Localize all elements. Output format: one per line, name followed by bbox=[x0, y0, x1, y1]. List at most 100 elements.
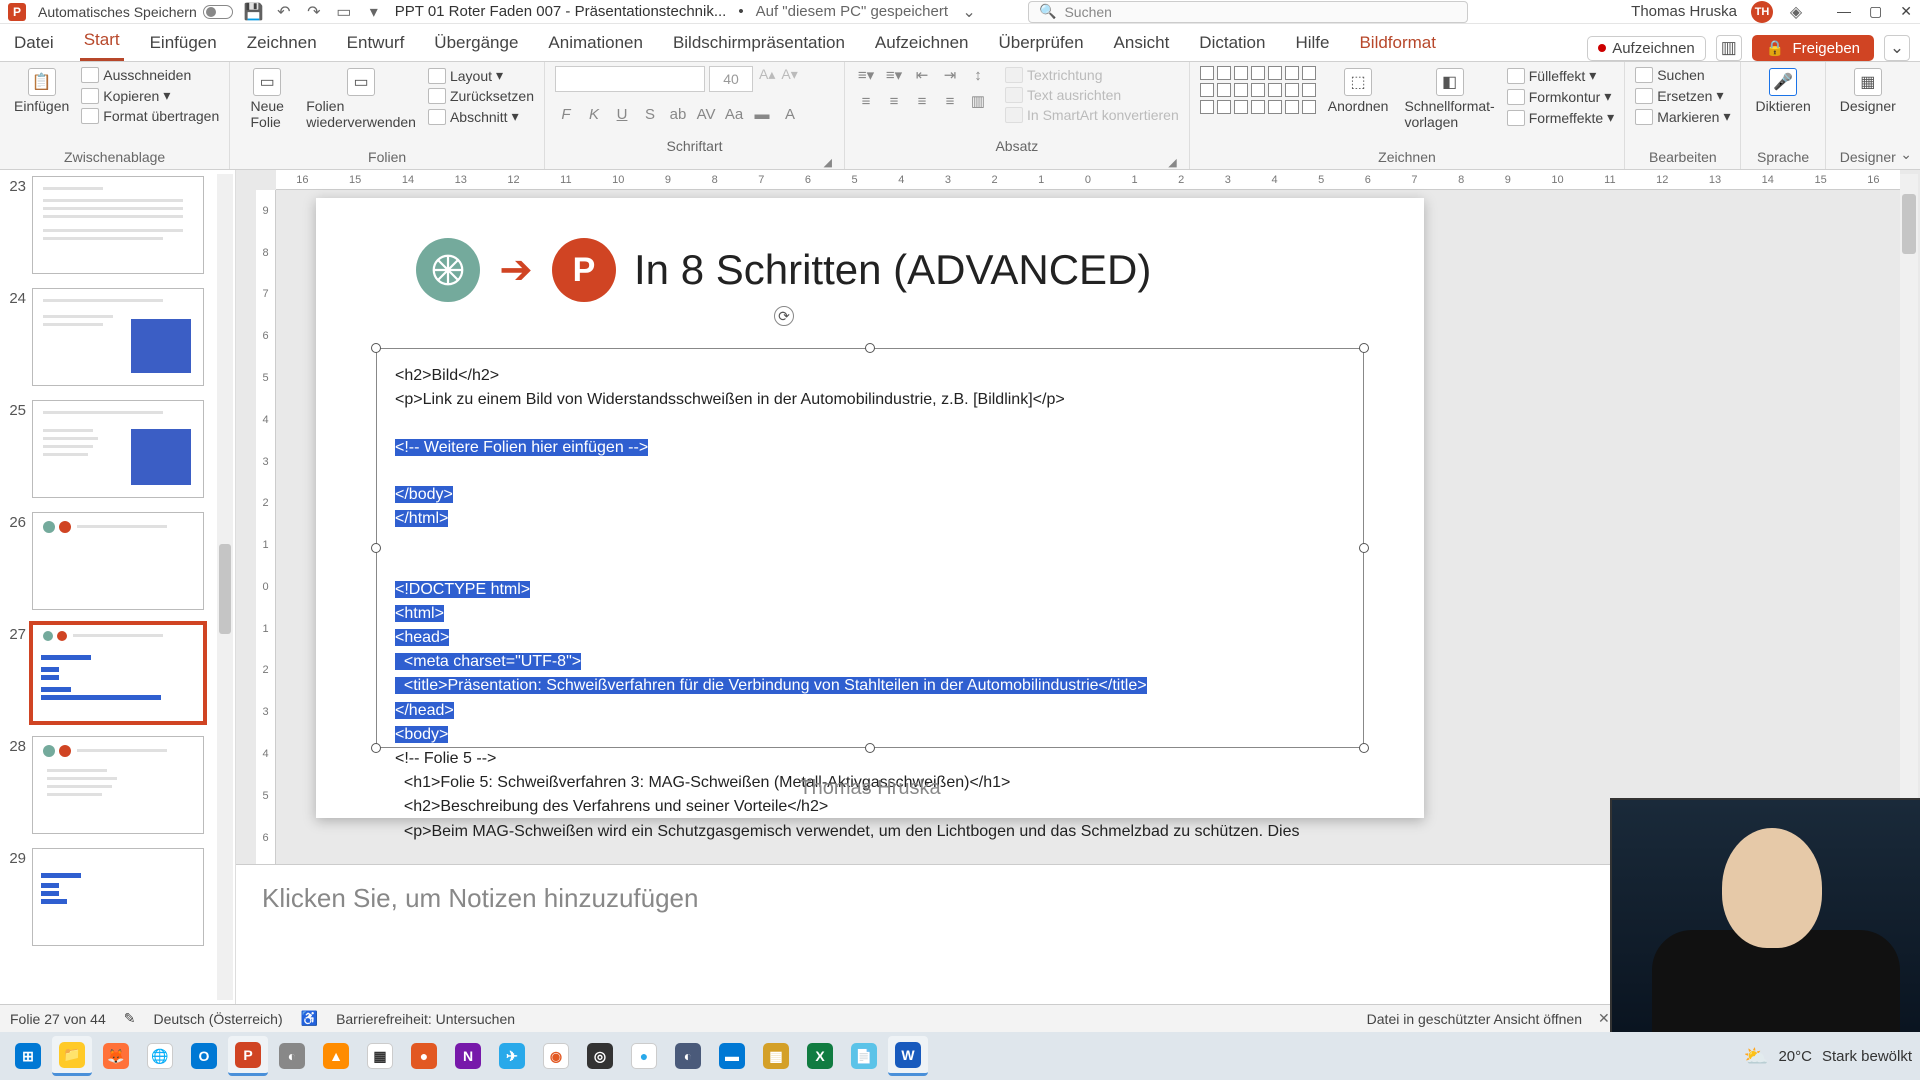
resize-handle[interactable] bbox=[371, 543, 381, 553]
weather-icon[interactable]: ⛅ bbox=[1744, 1044, 1769, 1069]
shape-outline-button[interactable]: Formkontur▾ bbox=[1507, 87, 1614, 106]
new-slide-button[interactable]: ▭Neue Folie bbox=[240, 66, 294, 132]
section-button[interactable]: Abschnitt▾ bbox=[428, 107, 534, 126]
taskbar-onenote[interactable]: N bbox=[448, 1036, 488, 1076]
para-dialog-launcher[interactable]: ◢ bbox=[855, 156, 1179, 169]
tab-einfuegen[interactable]: Einfügen bbox=[146, 27, 221, 61]
spacing-button[interactable]: AV bbox=[695, 106, 717, 123]
tab-dictation[interactable]: Dictation bbox=[1195, 27, 1269, 61]
strike-button[interactable]: S bbox=[639, 106, 661, 123]
share-button[interactable]: 🔒Freigeben bbox=[1752, 35, 1874, 61]
justify-button[interactable]: ≡ bbox=[939, 93, 961, 110]
taskbar-vlc[interactable]: ▲ bbox=[316, 1036, 356, 1076]
autosave-toggle[interactable]: Automatisches Speichern bbox=[38, 4, 233, 20]
scrollbar-thumb[interactable] bbox=[1902, 194, 1916, 254]
weather-text[interactable]: Stark bewölkt bbox=[1822, 1048, 1912, 1065]
columns-button[interactable]: ▥ bbox=[967, 92, 989, 110]
taskbar-app-6[interactable]: ◐ bbox=[668, 1036, 708, 1076]
present-from-start-icon[interactable]: ▭ bbox=[335, 3, 353, 21]
arrange-button[interactable]: ⬚Anordnen bbox=[1324, 66, 1393, 116]
slide-title[interactable]: In 8 Schritten (ADVANCED) bbox=[634, 246, 1151, 294]
bold-button[interactable]: F bbox=[555, 106, 577, 123]
shape-gallery[interactable] bbox=[1200, 66, 1316, 114]
taskbar-app-1[interactable]: ◐ bbox=[272, 1036, 312, 1076]
resize-handle[interactable] bbox=[1359, 343, 1369, 353]
taskbar-app-8[interactable]: ▦ bbox=[756, 1036, 796, 1076]
shadow-button[interactable]: ab bbox=[667, 106, 689, 123]
indent-dec-button[interactable]: ⇤ bbox=[911, 66, 933, 84]
tab-uebergaenge[interactable]: Übergänge bbox=[430, 27, 522, 61]
taskbar-powerpoint[interactable]: P bbox=[228, 1036, 268, 1076]
language-indicator[interactable]: Deutsch (Österreich) bbox=[153, 1011, 282, 1027]
redo-icon[interactable]: ↷ bbox=[305, 3, 323, 21]
taskbar-telegram[interactable]: ✈ bbox=[492, 1036, 532, 1076]
font-color-button[interactable]: A bbox=[779, 106, 801, 123]
tab-animationen[interactable]: Animationen bbox=[544, 27, 647, 61]
thumbnail-scrollbar[interactable] bbox=[217, 174, 233, 1000]
tab-start[interactable]: Start bbox=[80, 24, 124, 61]
find-button[interactable]: Suchen bbox=[1635, 66, 1730, 84]
thumbnail-panel[interactable]: 23 24 25 26 27 bbox=[0, 170, 236, 1004]
indent-inc-button[interactable]: ⇥ bbox=[939, 66, 961, 84]
user-avatar[interactable]: TH bbox=[1751, 1, 1773, 23]
taskbar-app-5[interactable]: ● bbox=[624, 1036, 664, 1076]
maximize-button[interactable]: ▢ bbox=[1869, 3, 1882, 20]
dictate-button[interactable]: 🎤Diktieren bbox=[1751, 66, 1814, 116]
tab-datei[interactable]: Datei bbox=[10, 27, 58, 61]
present-mode-button[interactable]: ▥ bbox=[1716, 35, 1742, 61]
taskbar-chrome[interactable]: 🌐 bbox=[140, 1036, 180, 1076]
designer-button[interactable]: ▦Designer bbox=[1836, 66, 1900, 116]
resize-handle[interactable] bbox=[1359, 743, 1369, 753]
slide-thumbnail-23[interactable] bbox=[32, 176, 204, 274]
taskbar-app-7[interactable]: ▬ bbox=[712, 1036, 752, 1076]
taskbar-obs[interactable]: ◎ bbox=[580, 1036, 620, 1076]
scrollbar-thumb[interactable] bbox=[219, 544, 231, 634]
shape-fill-button[interactable]: Fülleffekt▾ bbox=[1507, 66, 1614, 85]
layout-button[interactable]: Layout▾ bbox=[428, 66, 534, 85]
copy-button[interactable]: Kopieren▾ bbox=[81, 86, 219, 105]
record-button[interactable]: Aufzeichnen bbox=[1587, 36, 1706, 61]
taskbar-outlook[interactable]: O bbox=[184, 1036, 224, 1076]
rotate-handle-icon[interactable]: ⟳ bbox=[774, 306, 794, 326]
chevron-down-icon[interactable]: ⌄ bbox=[960, 3, 978, 21]
close-message-button[interactable]: ✕ bbox=[1598, 1010, 1610, 1027]
resize-handle[interactable] bbox=[371, 743, 381, 753]
highlight-button[interactable]: ▬ bbox=[751, 106, 773, 123]
underline-button[interactable]: U bbox=[611, 106, 633, 123]
diamond-icon[interactable]: ◈ bbox=[1787, 3, 1805, 21]
cut-button[interactable]: Ausschneiden bbox=[81, 66, 219, 84]
toggle-off-icon[interactable] bbox=[203, 5, 233, 19]
font-dialog-launcher[interactable]: ◢ bbox=[555, 156, 834, 169]
resize-handle[interactable] bbox=[865, 743, 875, 753]
resize-handle[interactable] bbox=[1359, 543, 1369, 553]
slide-thumbnail-26[interactable] bbox=[32, 512, 204, 610]
tab-ansicht[interactable]: Ansicht bbox=[1110, 27, 1174, 61]
taskbar-explorer[interactable]: 📁 bbox=[52, 1036, 92, 1076]
slide-counter[interactable]: Folie 27 von 44 bbox=[10, 1011, 106, 1027]
qat-dropdown-icon[interactable]: ▾ bbox=[365, 3, 383, 21]
user-name[interactable]: Thomas Hruska bbox=[1631, 3, 1737, 20]
taskbar-firefox[interactable]: 🦊 bbox=[96, 1036, 136, 1076]
slide-thumbnail-27-selected[interactable] bbox=[32, 624, 204, 722]
slide-canvas[interactable]: ➔ P In 8 Schritten (ADVANCED) ⟳ <h2>Bild… bbox=[316, 198, 1424, 818]
smartart-button[interactable]: In SmartArt konvertieren bbox=[1005, 106, 1179, 124]
ribbon-collapse-button[interactable]: ⌄ bbox=[1900, 146, 1912, 163]
tab-aufzeichnen[interactable]: Aufzeichnen bbox=[871, 27, 973, 61]
font-family-select[interactable] bbox=[555, 66, 705, 92]
taskbar-notepad[interactable]: 📄 bbox=[844, 1036, 884, 1076]
accessibility-check[interactable]: Barrierefreiheit: Untersuchen bbox=[336, 1011, 515, 1027]
undo-icon[interactable]: ↶ bbox=[275, 3, 293, 21]
taskbar-excel[interactable]: X bbox=[800, 1036, 840, 1076]
reuse-slides-button[interactable]: ▭Folien wiederverwenden bbox=[302, 66, 420, 132]
tab-bildformat[interactable]: Bildformat bbox=[1355, 27, 1440, 61]
comments-button[interactable]: ⌄ bbox=[1884, 35, 1910, 61]
select-button[interactable]: Markieren▾ bbox=[1635, 107, 1730, 126]
align-center-button[interactable]: ≡ bbox=[883, 93, 905, 110]
minimize-button[interactable]: — bbox=[1837, 3, 1851, 20]
tab-hilfe[interactable]: Hilfe bbox=[1291, 27, 1333, 61]
align-left-button[interactable]: ≡ bbox=[855, 93, 877, 110]
slide-thumbnail-28[interactable] bbox=[32, 736, 204, 834]
start-button[interactable]: ⊞ bbox=[8, 1036, 48, 1076]
tab-bildschirm[interactable]: Bildschirmpräsentation bbox=[669, 27, 849, 61]
replace-button[interactable]: Ersetzen▾ bbox=[1635, 86, 1730, 105]
